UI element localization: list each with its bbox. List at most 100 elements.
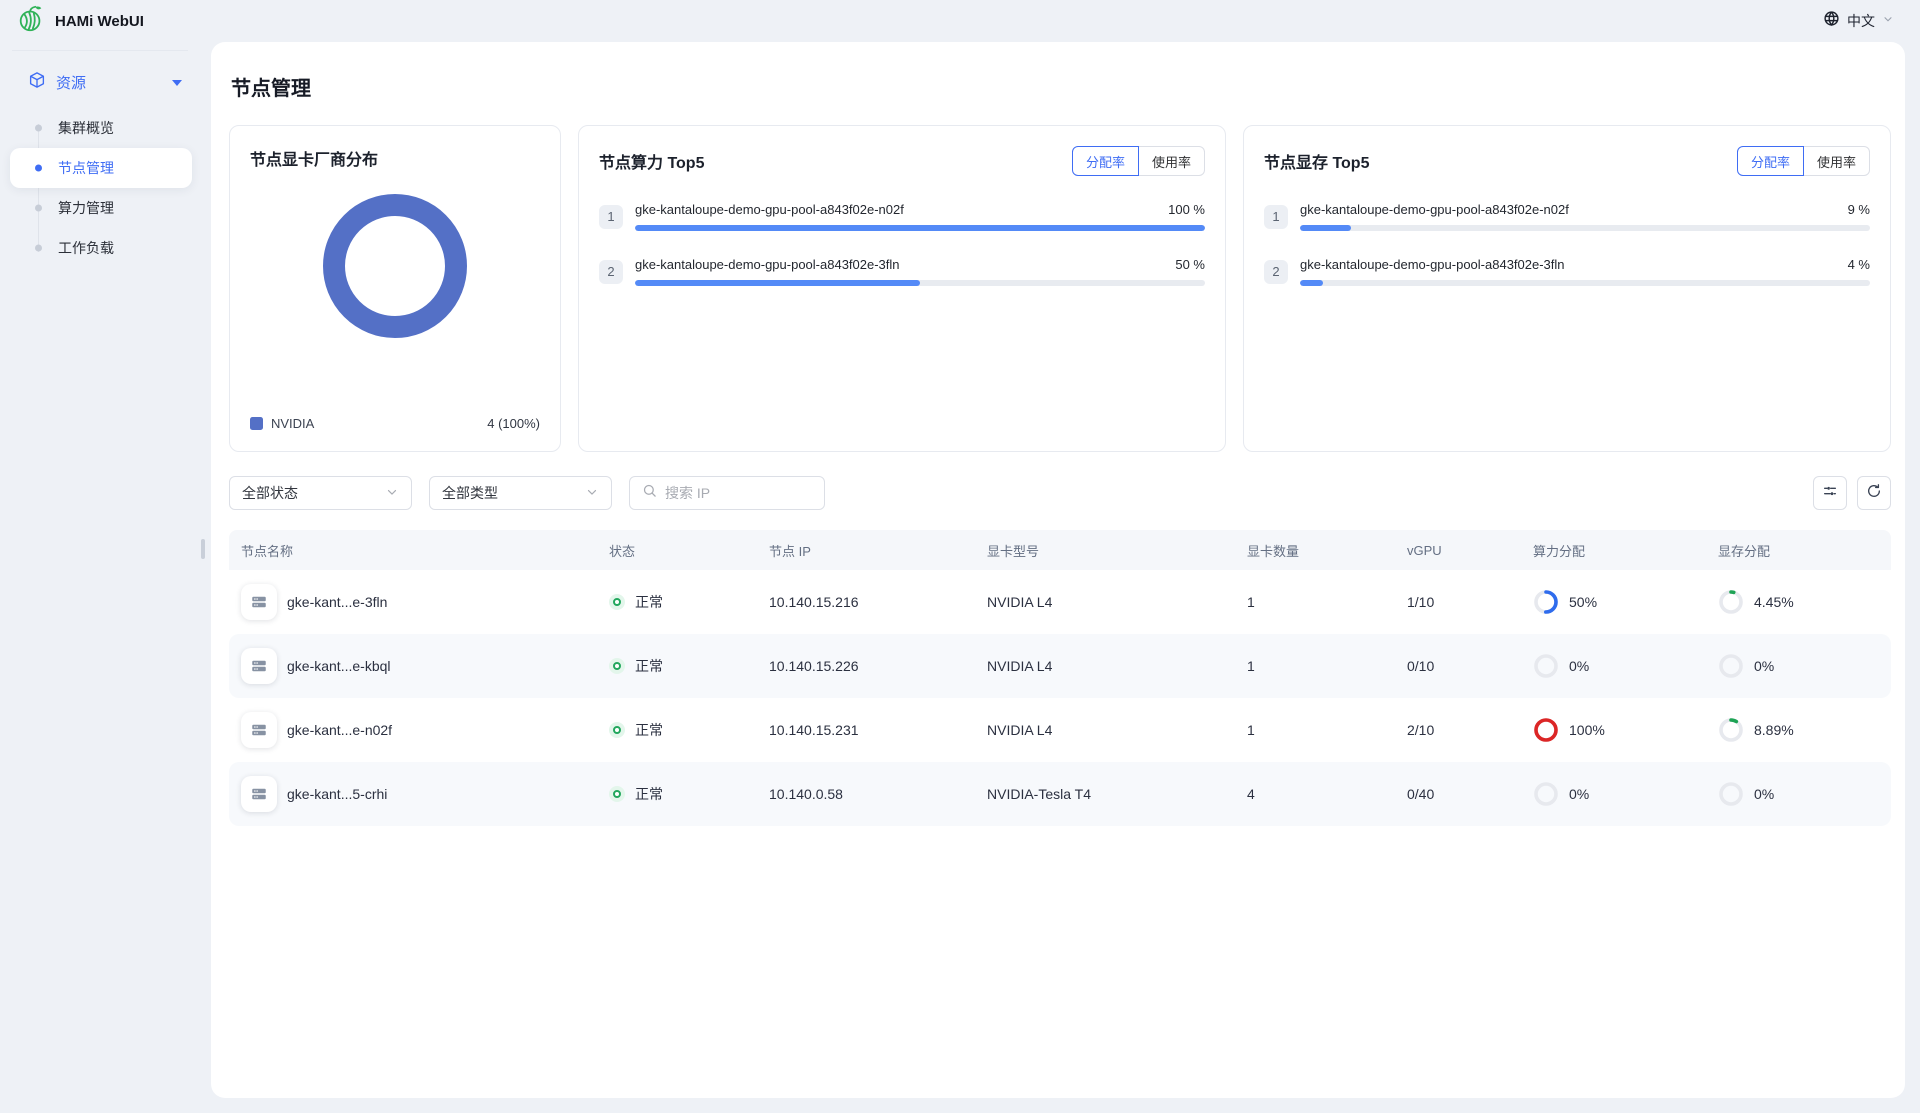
status-text: 正常 [635, 592, 663, 612]
node-name-cell: gke-kant...e-kbql [287, 658, 391, 674]
top5-item: 2gke-kantaloupe-demo-gpu-pool-a843f02e-3… [599, 257, 1205, 286]
compute-percent-label: 0% [1569, 658, 1589, 674]
vendor-donut-chart [250, 182, 540, 350]
node-name-cell: gke-kant...e-3fln [287, 594, 387, 610]
memory-percent-label: 0% [1754, 786, 1774, 802]
table-action-buttons [1813, 476, 1891, 510]
node-icon [241, 584, 277, 620]
chevron-down-icon [385, 485, 399, 502]
vendor-legend: NVIDIA 4 (100%) [250, 416, 540, 431]
progress-fill [635, 280, 920, 286]
top5-node-name: gke-kantaloupe-demo-gpu-pool-a843f02e-n0… [635, 202, 904, 217]
gpu-model-cell: NVIDIA-Tesla T4 [975, 786, 1235, 802]
table-row[interactable]: gke-kant...e-n02f正常10.140.15.231NVIDIA L… [229, 698, 1891, 762]
usage-rate-toggle[interactable]: 使用率 [1139, 146, 1205, 176]
table-row[interactable]: gke-kant...5-crhi正常10.140.0.58NVIDIA-Tes… [229, 762, 1891, 826]
column-header: 状态 [597, 541, 757, 560]
memory-card-title: 节点显存 Top5 [1264, 149, 1369, 173]
hami-logo-icon [16, 4, 46, 39]
globe-icon [1823, 10, 1840, 32]
progress-fill [1300, 280, 1323, 286]
column-settings-button[interactable] [1813, 476, 1847, 510]
compute-top5-card: 节点算力 Top5 分配率 使用率 1gke-kantaloupe-demo-g… [578, 125, 1226, 452]
main-panel: 节点管理 节点显卡厂商分布 NVIDIA 4 (100%) [211, 42, 1905, 1098]
ip-search-input[interactable] [665, 485, 812, 501]
table-header: 节点名称状态节点 IP显卡型号显卡数量vGPU算力分配显存分配 [229, 530, 1891, 570]
ring-chart [1533, 781, 1559, 807]
node-ip-cell: 10.140.15.226 [757, 658, 975, 674]
progress-fill [1300, 225, 1351, 231]
compute-toggle-group: 分配率 使用率 [1072, 146, 1205, 176]
sidebar-item-workloads[interactable]: 工作负载 [10, 228, 192, 268]
ip-search-box [629, 476, 825, 510]
ring-chart [1533, 717, 1559, 743]
brand: HAMi WebUI [16, 4, 144, 39]
column-header: vGPU [1395, 543, 1521, 558]
server-icon [250, 657, 268, 675]
progress-track [635, 280, 1205, 286]
node-ip-cell: 10.140.0.58 [757, 786, 975, 802]
status-filter-select[interactable]: 全部状态 [229, 476, 412, 510]
memory-allocation-cell: 0% [1706, 653, 1891, 679]
progress-track [1300, 225, 1870, 231]
memory-percent-label: 8.89% [1754, 722, 1794, 738]
compute-allocation-cell: 0% [1521, 653, 1706, 679]
bullet-icon [35, 165, 42, 172]
chevron-down-icon [585, 485, 599, 502]
sidebar-item-label: 工作负载 [58, 238, 114, 258]
usage-rate-toggle[interactable]: 使用率 [1804, 146, 1870, 176]
top5-node-value: 9 % [1848, 202, 1870, 217]
gpu-model-cell: NVIDIA L4 [975, 658, 1235, 674]
table-row[interactable]: gke-kant...e-kbql 正常 10.140.15.226NVIDIA L… [229, 634, 1891, 698]
gpu-count-cell: 1 [1235, 658, 1395, 674]
top5-node-value: 100 % [1168, 202, 1205, 217]
gpu-count-cell: 1 [1235, 594, 1395, 610]
server-icon [250, 785, 268, 803]
allocation-rate-toggle[interactable]: 分配率 [1072, 146, 1139, 176]
ring-chart [1718, 717, 1744, 743]
vendor-card: 节点显卡厂商分布 NVIDIA 4 (100%) [229, 125, 561, 452]
column-header: 显卡型号 [975, 541, 1235, 560]
sliders-icon [1822, 483, 1838, 504]
cube-icon [28, 71, 46, 94]
sidebar-group-resources[interactable]: 资源 [0, 51, 206, 104]
sidebar-item-label: 算力管理 [58, 198, 114, 218]
type-filter-value: 全部类型 [442, 483, 498, 503]
compute-percent-label: 50% [1569, 594, 1597, 610]
compute-top5-list: 1gke-kantaloupe-demo-gpu-pool-a843f02e-n… [599, 202, 1205, 286]
vgpu-cell: 0/10 [1395, 658, 1521, 674]
memory-allocation-cell: 0% [1706, 781, 1891, 807]
column-header: 算力分配 [1521, 541, 1706, 560]
status-text: 正常 [635, 656, 663, 676]
top5-node-name: gke-kantaloupe-demo-gpu-pool-a843f02e-n0… [1300, 202, 1569, 217]
rank-badge: 2 [599, 260, 623, 284]
gpu-count-cell: 4 [1235, 786, 1395, 802]
sidebar-resize-handle[interactable] [201, 539, 205, 559]
language-switcher[interactable]: 中文 [1823, 10, 1894, 32]
server-icon [250, 721, 268, 739]
ring-chart [1718, 589, 1744, 615]
table-body: gke-kant...e-3fln正常10.140.15.216NVIDIA L… [229, 570, 1891, 826]
column-header: 显存分配 [1706, 541, 1891, 560]
caret-down-icon [172, 80, 182, 86]
progress-track [635, 225, 1205, 231]
body-row: 资源 集群概览 节点管理 算力管理 工作负 [0, 42, 1920, 1098]
chevron-down-icon [1882, 12, 1894, 30]
sidebar-item-compute-management[interactable]: 算力管理 [10, 188, 192, 228]
sidebar-item-cluster-overview[interactable]: 集群概览 [10, 108, 192, 148]
status-ok-icon [609, 786, 625, 802]
allocation-rate-toggle[interactable]: 分配率 [1737, 146, 1804, 176]
refresh-button[interactable] [1857, 476, 1891, 510]
gpu-model-cell: NVIDIA L4 [975, 722, 1235, 738]
table-row[interactable]: gke-kant...e-3fln正常10.140.15.216NVIDIA L… [229, 570, 1891, 634]
compute-card-head: 节点算力 Top5 分配率 使用率 [599, 146, 1205, 176]
vgpu-cell: 1/10 [1395, 594, 1521, 610]
node-name-cell: gke-kant...5-crhi [287, 786, 387, 802]
sidebar-item-node-management[interactable]: 节点管理 [10, 148, 192, 188]
compute-percent-label: 100% [1569, 722, 1605, 738]
ring-chart [1533, 653, 1559, 679]
memory-card-head: 节点显存 Top5 分配率 使用率 [1264, 146, 1870, 176]
ring-chart [1718, 781, 1744, 807]
sidebar: 资源 集群概览 节点管理 算力管理 工作负 [0, 42, 206, 268]
type-filter-select[interactable]: 全部类型 [429, 476, 612, 510]
